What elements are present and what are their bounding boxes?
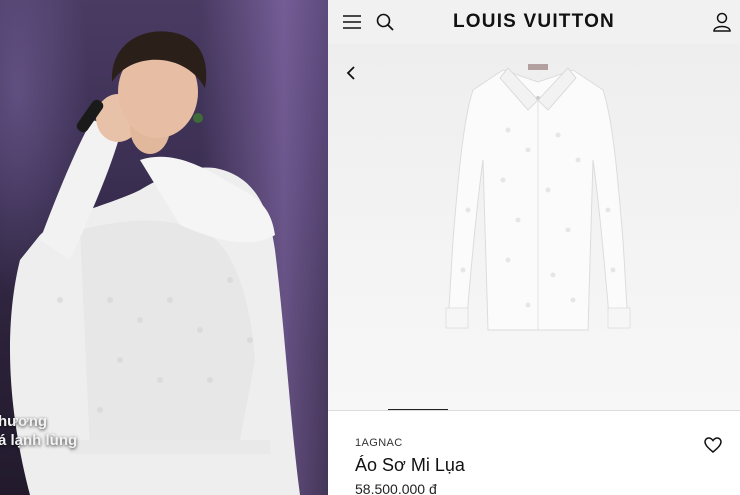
account-icon[interactable] bbox=[710, 10, 734, 34]
product-page: LOUIS VUITTON 1AGNAC Áo Sơ Mi Lụa 58.500… bbox=[328, 0, 740, 495]
concert-photo: hương á lạnh lùng bbox=[0, 0, 328, 495]
top-bar: LOUIS VUITTON bbox=[328, 0, 740, 44]
heart-icon[interactable] bbox=[702, 434, 724, 456]
chevron-left-icon[interactable] bbox=[342, 62, 360, 84]
product-price: 58.500.000 đ bbox=[355, 481, 437, 495]
product-image bbox=[445, 64, 631, 331]
subtitle-line-1: hương bbox=[0, 413, 48, 430]
brand-logo[interactable]: LOUIS VUITTON bbox=[328, 11, 740, 33]
product-gallery[interactable] bbox=[328, 44, 740, 410]
product-name: Áo Sơ Mi Lụa bbox=[355, 455, 465, 475]
divider bbox=[328, 410, 740, 411]
singer-illustration bbox=[10, 31, 300, 495]
subtitle-line-2: á lạnh lùng bbox=[0, 432, 78, 449]
product-sku: 1AGNAC bbox=[355, 437, 403, 449]
